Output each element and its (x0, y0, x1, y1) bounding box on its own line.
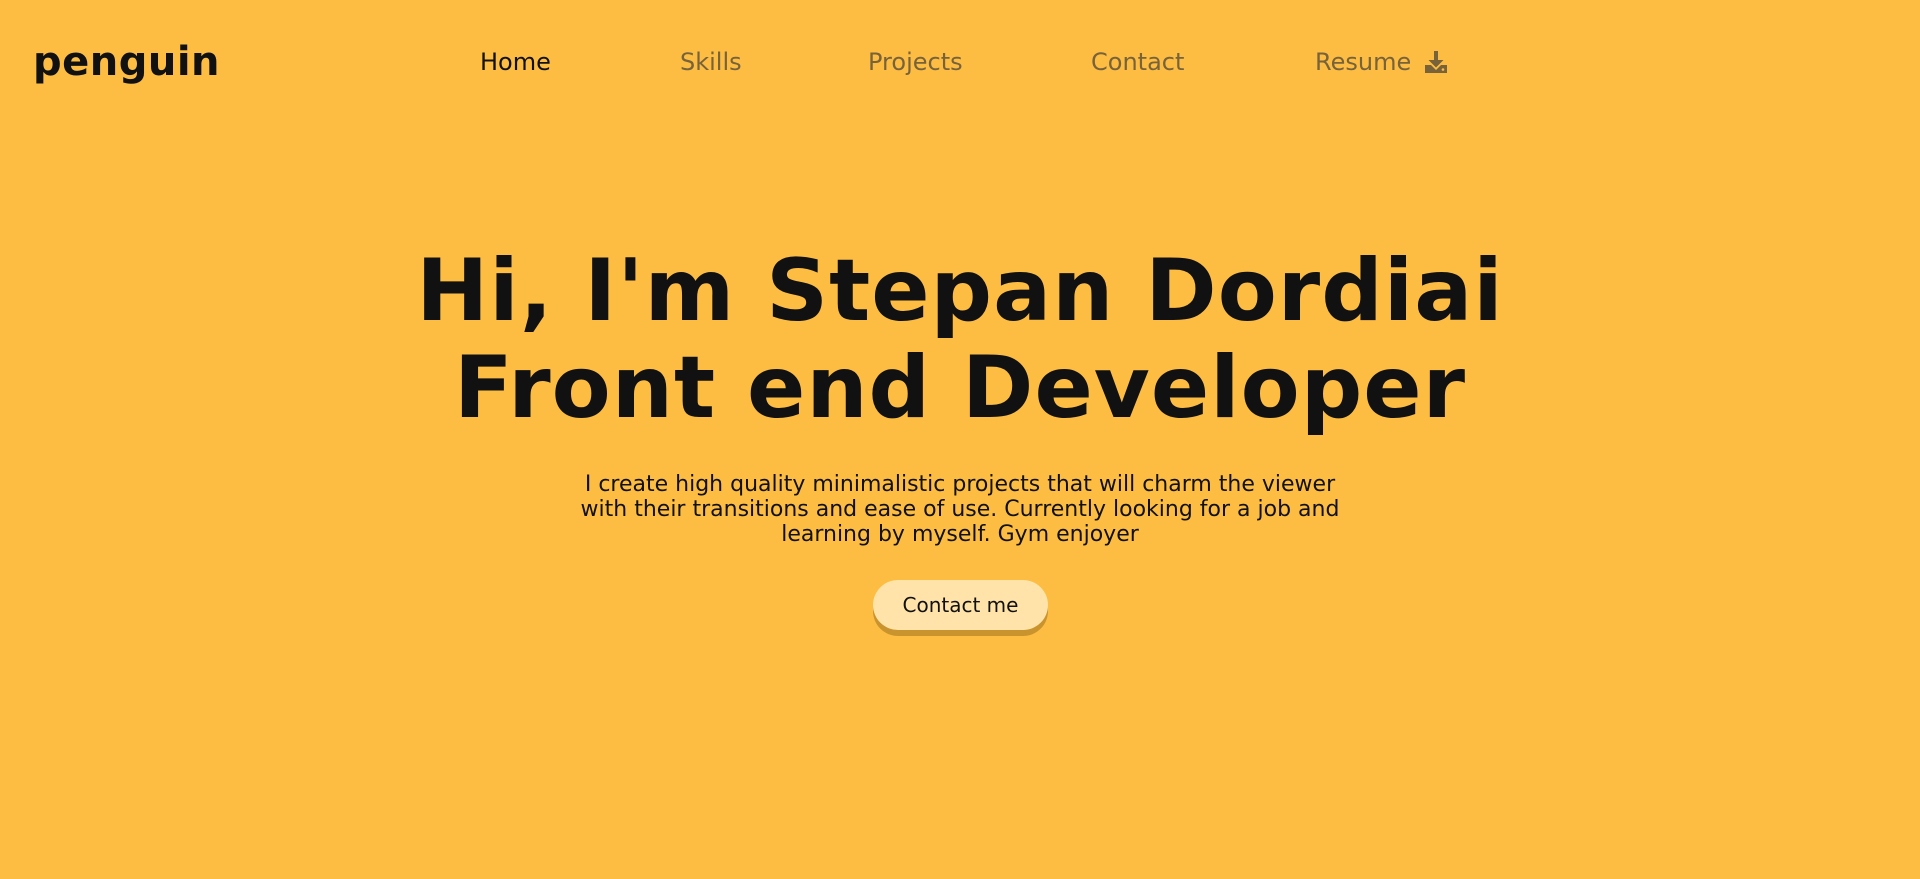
contact-me-button[interactable]: Contact me (873, 580, 1048, 630)
hero-title-line-1: Hi, I'm Stepan Dordiai (416, 241, 1504, 341)
hero-title-line-2: Front end Developer (453, 338, 1467, 438)
nav-item-home[interactable]: Home (480, 46, 551, 78)
nav-item-contact[interactable]: Contact (1091, 46, 1184, 78)
nav-item-resume-label: Resume (1315, 48, 1412, 76)
landing-page: penguin Home Skills Projects Contact Res… (0, 0, 1920, 879)
hero-description: I create high quality minimalistic proje… (580, 472, 1340, 547)
main-nav: Home Skills Projects Contact Resume (0, 46, 1920, 78)
nav-item-projects[interactable]: Projects (868, 46, 963, 78)
nav-item-resume[interactable]: Resume (1315, 46, 1449, 78)
download-icon (1423, 49, 1449, 75)
nav-item-skills[interactable]: Skills (680, 46, 742, 78)
hero-title: Hi, I'm Stepan Dordiai Front end Develop… (0, 243, 1920, 437)
